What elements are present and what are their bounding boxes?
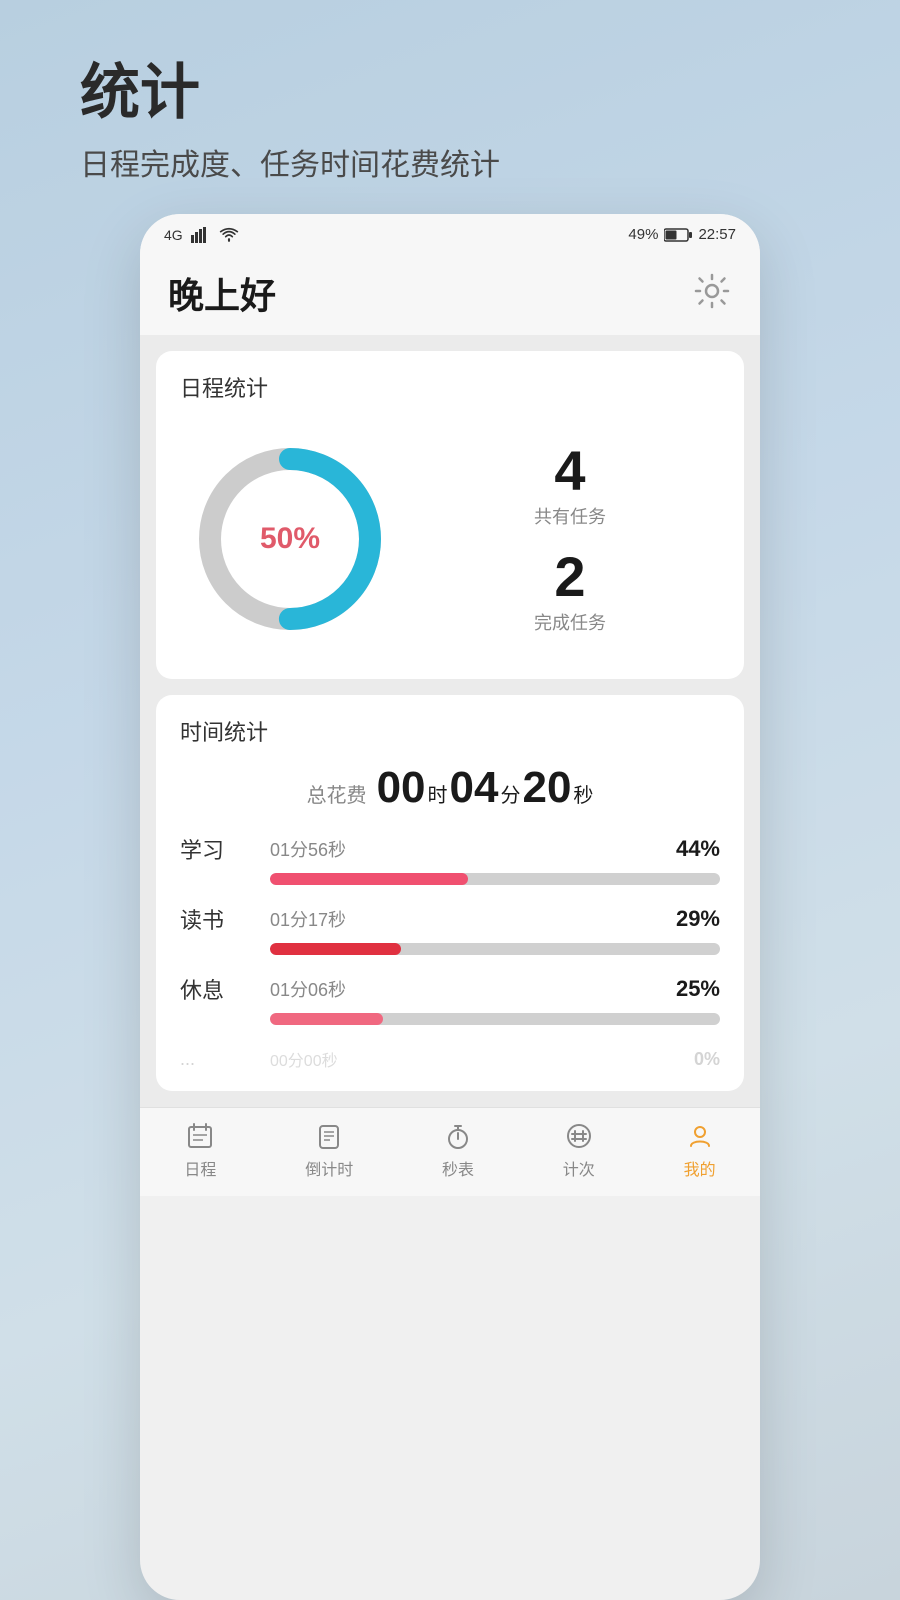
nav-label: 秒表 xyxy=(442,1156,474,1180)
greeting-text: 晚上好 xyxy=(168,267,276,319)
time-stats-card: 时间统计 总花费 00 时 04 分 20 秒 学习 01分56秒 44% 读书 xyxy=(156,695,744,1091)
total-tasks-stat: 4 共有任务 xyxy=(534,443,606,529)
category-item: 学习 01分56秒 44% xyxy=(180,833,720,885)
progress-fill xyxy=(270,943,401,955)
countdown-icon xyxy=(313,1120,345,1152)
completed-tasks-stat: 2 完成任务 xyxy=(534,549,606,635)
progress-bar xyxy=(270,1013,720,1025)
schedule-icon xyxy=(184,1120,216,1152)
category-time: 01分56秒 xyxy=(270,836,676,862)
seconds-unit: 秒 xyxy=(573,779,593,808)
minutes-unit: 分 xyxy=(500,779,520,808)
category-name: 休息 xyxy=(180,973,260,1005)
profile-icon xyxy=(684,1120,716,1152)
time-card-title: 时间统计 xyxy=(180,715,720,747)
signal-icon: 4G xyxy=(164,227,183,243)
battery-percent: 49% xyxy=(628,226,658,243)
completed-label: 完成任务 xyxy=(534,609,606,635)
page-subtitle: 日程完成度、任务时间花费统计 xyxy=(80,140,820,184)
settings-button[interactable] xyxy=(692,271,732,316)
status-bar: 4G 49% 22:57 xyxy=(140,214,760,251)
wifi-icon xyxy=(219,227,239,243)
status-right: 49% 22:57 xyxy=(628,226,736,243)
nav-label: 我的 xyxy=(684,1156,716,1180)
nav-label: 日程 xyxy=(184,1156,216,1180)
schedule-card-title: 日程统计 xyxy=(180,371,720,403)
hours-unit: 时 xyxy=(428,779,448,808)
nav-item-日程[interactable]: 日程 xyxy=(184,1120,216,1180)
donut-chart: 50% xyxy=(180,429,400,649)
settings-icon xyxy=(692,271,732,311)
schedule-stats-card: 日程统计 50% 4 共有任务 2 完成任务 xyxy=(156,351,744,679)
progress-bar xyxy=(270,943,720,955)
nav-item-秒表[interactable]: 秒表 xyxy=(442,1120,474,1180)
category-name: 读书 xyxy=(180,903,260,935)
status-time: 22:57 xyxy=(698,226,736,243)
category-name: 学习 xyxy=(180,833,260,865)
category-percent: 44% xyxy=(676,836,720,862)
donut-percent: 50% xyxy=(260,522,320,556)
completed-number: 2 xyxy=(534,549,606,605)
nav-label: 倒计时 xyxy=(305,1156,353,1180)
nav-item-计次[interactable]: 计次 xyxy=(563,1120,595,1180)
stats-right: 4 共有任务 2 完成任务 xyxy=(420,443,720,635)
truncated-category: ... 00分00秒 0% xyxy=(180,1047,720,1071)
page-header: 统计 日程完成度、任务时间花费统计 xyxy=(0,0,900,214)
nav-item-倒计时[interactable]: 倒计时 xyxy=(305,1120,353,1180)
counter-icon xyxy=(563,1120,595,1152)
total-time-label: 总花费 xyxy=(307,779,367,808)
phone-frame: 4G 49% 22:57 晚上好 xyxy=(140,214,760,1600)
minutes-number: 04 xyxy=(450,763,499,813)
schedule-stats-content: 50% 4 共有任务 2 完成任务 xyxy=(180,419,720,659)
wifi-bars-icon xyxy=(191,227,211,243)
category-item: 读书 01分17秒 29% xyxy=(180,903,720,955)
category-percent: 29% xyxy=(676,906,720,932)
category-item: 休息 01分06秒 25% xyxy=(180,973,720,1025)
status-left: 4G xyxy=(164,227,239,243)
nav-label: 计次 xyxy=(563,1156,595,1180)
app-header: 晚上好 xyxy=(140,251,760,335)
total-tasks-number: 4 xyxy=(534,443,606,499)
category-list: 学习 01分56秒 44% 读书 01分17秒 29% 休息 01分06秒 25… xyxy=(180,833,720,1071)
seconds-number: 20 xyxy=(522,763,571,813)
total-tasks-label: 共有任务 xyxy=(534,503,606,529)
hours-number: 00 xyxy=(377,763,426,813)
category-time: 01分06秒 xyxy=(270,976,676,1002)
page-title: 统计 xyxy=(80,60,820,126)
content-area: 日程统计 50% 4 共有任务 2 完成任务 xyxy=(140,335,760,1107)
stopwatch-icon xyxy=(442,1120,474,1152)
bottom-nav: 日程 倒计时 秒表 计次 我的 xyxy=(140,1107,760,1196)
category-percent: 25% xyxy=(676,976,720,1002)
battery-icon xyxy=(664,228,692,242)
progress-fill xyxy=(270,873,468,885)
nav-item-我的[interactable]: 我的 xyxy=(684,1120,716,1180)
total-time-display: 总花费 00 时 04 分 20 秒 xyxy=(180,763,720,813)
progress-bar xyxy=(270,873,720,885)
progress-fill xyxy=(270,1013,383,1025)
category-time: 01分17秒 xyxy=(270,906,676,932)
